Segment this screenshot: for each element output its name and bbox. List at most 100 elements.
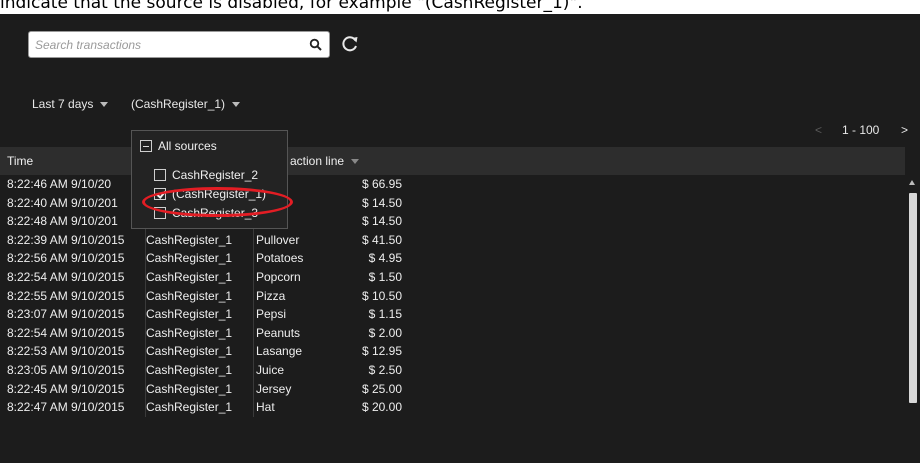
- source-filter-label: (CashRegister_1): [131, 97, 226, 111]
- sort-caret-icon: [351, 159, 360, 165]
- column-header-time[interactable]: Time: [7, 154, 33, 168]
- column-divider: [253, 398, 254, 417]
- column-divider: [145, 267, 146, 287]
- time-range-label: Last 7 days: [32, 97, 94, 111]
- column-divider: [253, 342, 254, 361]
- chevron-down-icon: [100, 102, 109, 108]
- table-row[interactable]: 8:22:55 AM 9/10/2015 CashRegister_1 Pizza $…: [0, 286, 905, 306]
- cell-source: CashRegister_1: [146, 381, 233, 396]
- cell-time: 8:22:46 AM 9/10/20: [7, 177, 112, 191]
- column-divider: [145, 286, 146, 306]
- search-input[interactable]: [35, 36, 305, 54]
- column-divider: [145, 379, 146, 399]
- cell-item: Pizza: [256, 288, 286, 303]
- cell-item: Pepsi: [256, 307, 287, 322]
- caption-text: indicate that the source is disabled, fo…: [0, 0, 583, 13]
- cell-price: $ 14.50: [361, 214, 402, 229]
- cell-source: CashRegister_1: [146, 400, 233, 415]
- column-divider: [145, 360, 146, 380]
- cell-price: $ 1.50: [368, 269, 402, 284]
- dropdown-item-label: CashRegister_2: [172, 168, 259, 182]
- search-icon[interactable]: [309, 38, 323, 52]
- cell-price: $ 14.50: [361, 195, 402, 210]
- cell-time: 8:22:56 AM 9/10/2015: [7, 251, 125, 266]
- highlight-ellipse: [142, 187, 293, 217]
- cell-item: Popcorn: [256, 269, 301, 284]
- cell-price: $ 12.95: [361, 344, 402, 359]
- checkbox-icon[interactable]: [154, 169, 166, 181]
- column-divider: [253, 305, 254, 324]
- cell-item: Potatoes: [256, 251, 304, 266]
- cell-source: CashRegister_1: [146, 232, 233, 247]
- cell-source: CashRegister_1: [146, 344, 233, 359]
- cell-item: Pullover: [256, 232, 300, 247]
- table-row[interactable]: 8:22:39 AM 9/10/2015 CashRegister_1 Pullov…: [0, 230, 905, 250]
- cell-item: Jersey: [256, 381, 292, 396]
- table-row[interactable]: 8:22:47 AM 9/10/2015 CashRegister_1 Hat $ 2…: [0, 398, 905, 417]
- time-range-filter[interactable]: Last 7 days: [32, 97, 109, 115]
- column-header-label: action line: [290, 154, 345, 168]
- cell-source: CashRegister_1: [146, 288, 233, 303]
- column-divider: [145, 230, 146, 250]
- refresh-icon[interactable]: [340, 34, 360, 54]
- dropdown-item-label: All sources: [158, 139, 217, 153]
- cell-price: $ 41.50: [361, 232, 402, 247]
- cell-source: CashRegister_1: [146, 325, 233, 340]
- table-row[interactable]: 8:22:54 AM 9/10/2015 CashRegister_1 Peanut…: [0, 323, 905, 343]
- vertical-scrollbar[interactable]: [906, 175, 920, 463]
- table-row[interactable]: 8:23:07 AM 9/10/2015 CashRegister_1 Pepsi $…: [0, 305, 905, 324]
- column-divider: [253, 360, 254, 380]
- next-page-button[interactable]: >: [901, 123, 908, 137]
- partial-checkbox-icon[interactable]: [140, 140, 152, 152]
- scroll-thumb[interactable]: [909, 193, 917, 403]
- column-divider: [145, 398, 146, 417]
- dropdown-item-all-sources[interactable]: All sources: [140, 139, 217, 157]
- dropdown-item-cashregister-2[interactable]: CashRegister_2: [154, 168, 258, 186]
- table-row[interactable]: 8:22:56 AM 9/10/2015 CashRegister_1 Potato…: [0, 249, 905, 268]
- cell-item: Hat: [256, 400, 275, 415]
- cell-time: 8:22:47 AM 9/10/2015: [7, 400, 125, 415]
- cell-price: $ 1.15: [368, 307, 402, 322]
- column-divider: [253, 379, 254, 399]
- table-row[interactable]: 8:22:45 AM 9/10/2015 CashRegister_1 Jersey…: [0, 379, 905, 399]
- table-row[interactable]: 8:22:54 AM 9/10/2015 CashRegister_1 Popcor…: [0, 267, 905, 287]
- column-divider: [145, 323, 146, 343]
- cell-price: $ 10.50: [361, 288, 402, 303]
- column-header-transaction-line[interactable]: action line: [290, 154, 360, 168]
- cell-time: 8:22:55 AM 9/10/2015: [7, 288, 125, 303]
- cell-source: CashRegister_1: [146, 251, 233, 266]
- column-divider: [253, 286, 254, 306]
- page-range: 1 - 100: [842, 123, 880, 137]
- cell-price: $ 2.50: [368, 362, 402, 377]
- column-divider: [145, 342, 146, 361]
- transactions-panel: Last 7 days (CashRegister_1) < 1 - 100 >…: [0, 14, 920, 463]
- cell-time: 8:22:40 AM 9/10/201: [7, 195, 118, 210]
- cell-time: 8:23:07 AM 9/10/2015: [7, 307, 125, 322]
- cell-time: 8:23:05 AM 9/10/2015: [7, 362, 125, 377]
- cell-price: $ 2.00: [368, 325, 402, 340]
- cell-time: 8:22:39 AM 9/10/2015: [7, 232, 125, 247]
- column-divider: [253, 323, 254, 343]
- cell-source: CashRegister_1: [146, 362, 233, 377]
- cell-time: 8:22:45 AM 9/10/2015: [7, 381, 125, 396]
- cell-price: $ 25.00: [361, 381, 402, 396]
- cell-time: 8:22:53 AM 9/10/2015: [7, 344, 125, 359]
- scroll-up-arrow-icon[interactable]: [909, 180, 915, 185]
- column-divider: [145, 305, 146, 324]
- source-filter[interactable]: (CashRegister_1): [131, 97, 241, 115]
- cell-source: CashRegister_1: [146, 307, 233, 322]
- cell-source: CashRegister_1: [146, 269, 233, 284]
- column-divider: [253, 267, 254, 287]
- previous-page-button[interactable]: <: [815, 123, 822, 137]
- cell-time: 8:22:54 AM 9/10/2015: [7, 325, 125, 340]
- cell-price: $ 66.95: [361, 177, 402, 191]
- table-row[interactable]: 8:22:53 AM 9/10/2015 CashRegister_1 Lasang…: [0, 342, 905, 361]
- cell-item: Juice: [256, 362, 285, 377]
- table-row[interactable]: 8:23:05 AM 9/10/2015 CashRegister_1 Juice $…: [0, 360, 905, 380]
- column-divider: [253, 230, 254, 250]
- cell-item: Lasange: [256, 344, 303, 359]
- column-divider: [145, 249, 146, 268]
- cell-price: $ 4.95: [368, 251, 402, 266]
- cell-item: Peanuts: [256, 325, 301, 340]
- cell-time: 8:22:54 AM 9/10/2015: [7, 269, 125, 284]
